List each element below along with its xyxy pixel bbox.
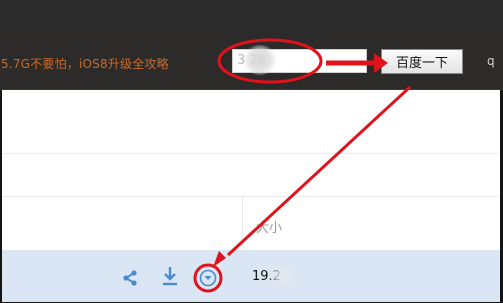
file-row[interactable] — [2, 250, 500, 302]
promo-tip-text[interactable]: 5.7G不要怕，iOS8升级全攻略 — [1, 55, 169, 72]
share-icon[interactable] — [120, 268, 140, 288]
baidu-search-button[interactable]: 百度一下 — [381, 49, 463, 74]
right-edge-text: q — [487, 54, 495, 68]
blurred-text-mask — [268, 264, 298, 288]
column-divider — [242, 197, 243, 249]
blurred-text-mask — [243, 45, 277, 75]
divider-line — [2, 153, 500, 154]
browser-top-bar — [0, 0, 503, 38]
file-list-header — [2, 197, 500, 249]
size-column-header[interactable]: 大小 — [256, 217, 282, 236]
chevron-down-icon[interactable] — [198, 268, 218, 288]
download-icon[interactable] — [160, 265, 180, 287]
